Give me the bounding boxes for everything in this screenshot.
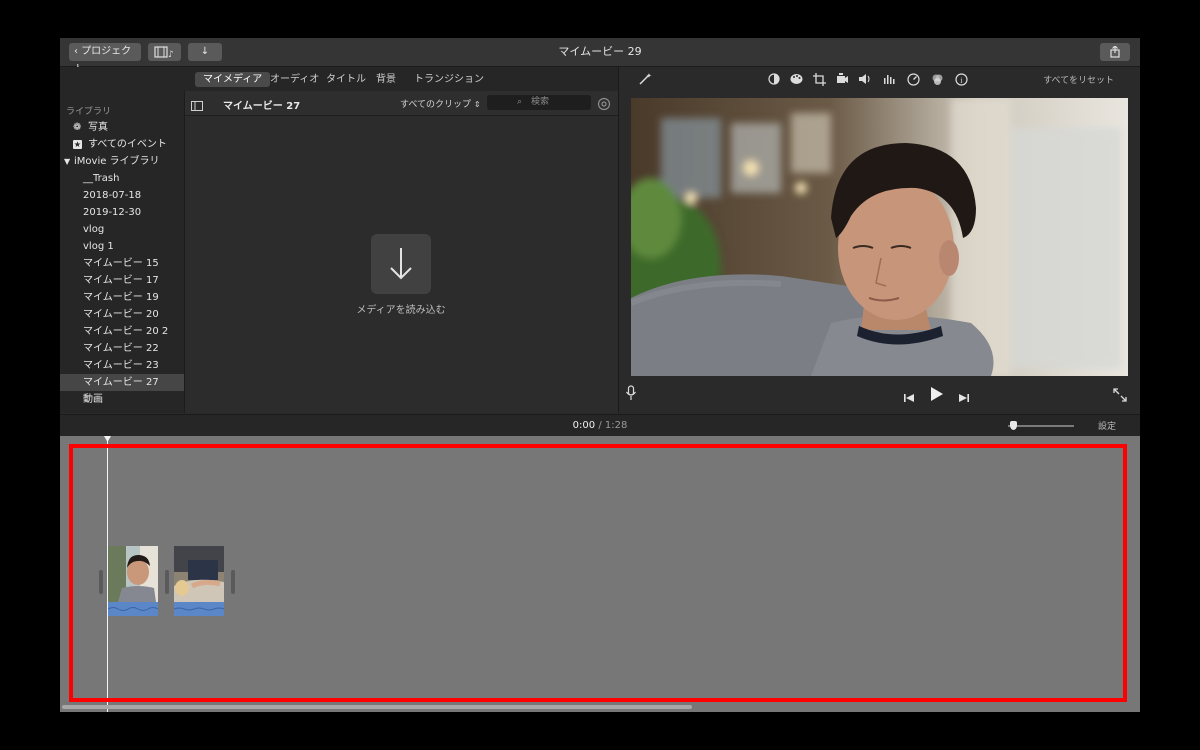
share-icon [1110,45,1120,58]
sidebar-event-item[interactable]: vlog [60,221,184,238]
title-bar: ‹ プロジェクト ♪ ↓ マイムービー 29 [60,38,1140,75]
total-time: 1:28 [604,420,628,431]
tab-transitions[interactable]: トランジション [406,72,492,87]
sidebar-event-item[interactable]: マイムービー 17 [60,272,184,289]
window-title: マイムービー 29 [558,45,642,58]
sidebar-item-library[interactable]: ▼ iMovie ライブラリ [60,153,184,170]
sidebar-event-item[interactable]: 2018-07-18 [60,187,184,204]
skip-forward-icon [959,394,969,402]
play-button[interactable] [929,385,945,403]
timeline-clip[interactable] [174,546,224,616]
svg-text:✦: ✦ [646,72,652,80]
current-time: 0:00 [572,420,596,431]
filter-icon[interactable] [930,72,944,86]
clip-thumbnail [108,546,158,616]
timecode-display: 0:00 / 1:28 [60,420,1140,431]
clip-trim-handle[interactable] [165,570,169,594]
search-field[interactable]: ⌕ 検索 [487,95,591,110]
browser-header: マイムービー 27 すべてのクリップ ⇕ ⌕ 検索 [185,91,618,116]
viewer-pane: ✦ i すべてをリセット [619,67,1140,413]
voiceover-button[interactable] [625,385,641,403]
sidebar-event-item[interactable]: 2019-12-30 [60,204,184,221]
timeline-scrollbar[interactable] [62,705,692,709]
library-sidebar: ライブラリ ❁ 写真 ★ すべてのイベント ▼ iMovie ライブラリ __T… [60,91,185,413]
clip-filter-select[interactable]: すべてのクリップ ⇕ [400,97,481,110]
download-arrow-icon [390,248,412,280]
time-separator: / [598,420,602,431]
sidebar-event-item-selected[interactable]: マイムービー 27 [60,374,184,391]
skip-forward-button[interactable] [958,389,970,402]
crop-icon[interactable] [812,72,826,86]
sidebar-toggle-icon [191,101,203,111]
microphone-icon [626,385,636,400]
tab-backgrounds[interactable]: 背景 [368,72,404,87]
color-palette-icon[interactable] [789,72,803,86]
play-icon [931,387,943,401]
timeline-header: 0:00 / 1:28 設定 [60,414,1140,436]
skip-back-icon [904,394,914,402]
media-browser: マイムービー 27 すべてのクリップ ⇕ ⌕ 検索 メディアを読み込む [185,91,618,413]
tab-my-media[interactable]: マイメディア [195,72,271,87]
import-media-button[interactable] [371,234,431,294]
tab-titles[interactable]: タイトル [318,72,374,87]
sidebar-event-item[interactable]: 動画 [60,391,184,408]
library-heading: ライブラリ [66,107,112,117]
reset-all-button[interactable]: すべてをリセット [1043,73,1114,86]
sidebar-event-item[interactable]: マイムービー 20 [60,306,184,323]
magic-wand-icon[interactable]: ✦ [638,72,652,86]
search-placeholder: 検索 [531,97,550,107]
zoom-slider-knob[interactable] [1010,421,1017,430]
svg-text:i: i [960,76,963,85]
updown-chevron-icon: ⇕ [473,100,481,109]
sidebar-event-item[interactable]: vlog 1 [60,238,184,255]
sidebar-event-item[interactable]: マイムービー 19 [60,289,184,306]
timeline-clip[interactable] [108,546,158,616]
star-icon: ★ [73,140,82,149]
zoom-slider[interactable] [1008,421,1074,430]
equalizer-icon[interactable] [882,72,896,86]
clip-trim-handle[interactable] [99,570,103,594]
sidebar-item-all-events[interactable]: ★ すべてのイベント [60,136,184,153]
sidebar-event-item[interactable]: マイムービー 15 [60,255,184,272]
sidebar-event-item[interactable]: マイムービー 20 2 [60,323,184,340]
clip-thumbnail [174,546,224,616]
stabilization-icon[interactable] [835,72,849,86]
fullscreen-button[interactable] [1113,387,1127,402]
sidebar-event-item[interactable]: マイムービー 23 [60,357,184,374]
photos-icon: ❁ [73,122,82,133]
clip-trim-handle[interactable] [231,570,235,594]
sidebar-event-item[interactable]: マイムービー 22 [60,340,184,357]
search-icon: ⌕ [517,97,523,107]
volume-icon[interactable] [858,72,872,86]
info-icon[interactable]: i [954,72,968,86]
share-button[interactable] [1100,43,1130,61]
gear-icon [597,97,611,111]
sidebar-toggle-button[interactable] [191,96,205,111]
skip-back-button[interactable] [903,389,915,402]
timeline-settings-button[interactable]: 設定 [1098,419,1116,432]
import-media-label: メディアを読み込む [356,305,446,316]
timeline-area[interactable] [60,436,1140,712]
sidebar-event-item[interactable]: __Trash [60,170,184,187]
media-tabs: マイメディア オーディオ タイトル 背景 トランジション [60,67,618,91]
playhead-handle[interactable] [104,436,111,442]
speed-icon[interactable] [906,72,920,86]
event-title: マイムービー 27 [223,101,301,112]
sidebar-item-photos[interactable]: ❁ 写真 [60,119,184,136]
disclosure-triangle-icon: ▼ [64,157,71,166]
color-balance-icon[interactable] [767,72,781,86]
video-frame-image [631,98,1128,376]
expand-icon [1113,388,1127,402]
imovie-window: ‹ プロジェクト ♪ ↓ マイムービー 29 マイメディア オーディオ タ [60,38,1140,712]
browser-settings-button[interactable] [597,96,611,111]
video-preview [631,98,1128,376]
